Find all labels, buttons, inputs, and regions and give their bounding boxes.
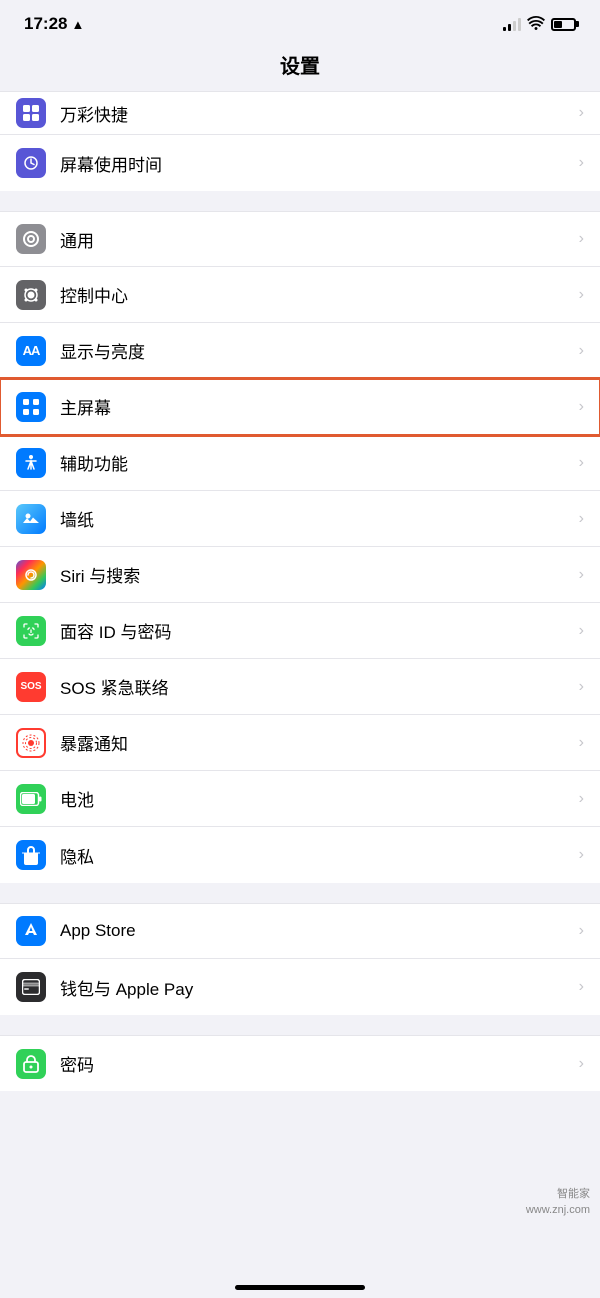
accessibility-item[interactable]: 辅助功能 › [0, 435, 600, 491]
general-item[interactable]: 通用 › [0, 211, 600, 267]
accessibility-icon [16, 448, 46, 478]
shortcuts-icon [16, 98, 46, 128]
settings-list-2: 通用 › 控制中心 › AA 显示与亮度 [0, 211, 600, 883]
siri-chevron: › [579, 566, 584, 584]
sos-label: SOS 紧急联络 [60, 674, 571, 699]
passwords-chevron: › [579, 1055, 584, 1073]
passwords-item[interactable]: 密码 › [0, 1035, 600, 1091]
privacy-item[interactable]: 隐私 › [0, 827, 600, 883]
settings-list-1: 万彩快捷 › 屏幕使用时间 › [0, 91, 600, 191]
screen-time-icon [16, 148, 46, 178]
faceid-label: 面容 ID 与密码 [60, 618, 571, 643]
watermark: 智能家 www.znj.com [526, 1187, 590, 1218]
wallet-item[interactable]: 钱包与 Apple Pay › [0, 959, 600, 1015]
app-store-chevron: › [579, 922, 584, 940]
section-3: App Store › 钱包与 Apple Pay › [0, 903, 600, 1015]
display-item[interactable]: AA 显示与亮度 › [0, 323, 600, 379]
location-icon: ▲ [71, 17, 84, 32]
passwords-label: 密码 [60, 1051, 571, 1076]
screen-time-chevron: › [579, 154, 584, 172]
shortcuts-label: 万彩快捷 [60, 101, 571, 126]
sos-icon: SOS [16, 672, 46, 702]
faceid-item[interactable]: 面容 ID 与密码 › [0, 603, 600, 659]
control-center-icon [16, 280, 46, 310]
page-title: 设置 [0, 42, 600, 91]
display-label: 显示与亮度 [60, 338, 571, 363]
wallpaper-icon [16, 504, 46, 534]
section-1: 万彩快捷 › 屏幕使用时间 › [0, 91, 600, 191]
siri-label: Siri 与搜索 [60, 562, 571, 587]
settings-list-4: 密码 › [0, 1035, 600, 1091]
wallet-label: 钱包与 Apple Pay [60, 975, 571, 1000]
battery-settings-icon [16, 784, 46, 814]
battery-item[interactable]: 电池 › [0, 771, 600, 827]
section-4: 密码 › [0, 1035, 600, 1091]
wallet-chevron: › [579, 978, 584, 996]
home-indicator [0, 1273, 600, 1298]
general-chevron: › [579, 230, 584, 248]
screen-time-item[interactable]: 屏幕使用时间 › [0, 135, 600, 191]
faceid-chevron: › [579, 622, 584, 640]
signal-icon [503, 17, 521, 31]
section-2: 通用 › 控制中心 › AA 显示与亮度 [0, 211, 600, 883]
control-center-item[interactable]: 控制中心 › [0, 267, 600, 323]
battery-icon [551, 18, 576, 31]
wallpaper-chevron: › [579, 510, 584, 528]
status-icons [503, 16, 576, 33]
shortcuts-chevron: › [579, 104, 584, 122]
app-store-icon [16, 916, 46, 946]
home-bar [235, 1285, 365, 1290]
control-center-label: 控制中心 [60, 282, 571, 307]
passwords-icon [16, 1049, 46, 1079]
control-center-chevron: › [579, 286, 584, 304]
home-screen-item[interactable]: 主屏幕 › [0, 379, 600, 435]
accessibility-chevron: › [579, 454, 584, 472]
shortcuts-item[interactable]: 万彩快捷 › [0, 91, 600, 135]
exposure-chevron: › [579, 734, 584, 752]
home-screen-icon [16, 392, 46, 422]
display-chevron: › [579, 342, 584, 360]
status-time: 17:28 [24, 14, 67, 34]
exposure-item[interactable]: 暴露通知 › [0, 715, 600, 771]
general-icon [16, 224, 46, 254]
home-screen-chevron: › [579, 398, 584, 416]
siri-icon [16, 560, 46, 590]
battery-chevron: › [579, 790, 584, 808]
exposure-icon [16, 728, 46, 758]
wallpaper-label: 墙纸 [60, 506, 571, 531]
app-store-item[interactable]: App Store › [0, 903, 600, 959]
faceid-icon [16, 616, 46, 646]
privacy-chevron: › [579, 846, 584, 864]
general-label: 通用 [60, 227, 571, 252]
wallpaper-item[interactable]: 墙纸 › [0, 491, 600, 547]
status-bar: 17:28 ▲ [0, 0, 600, 42]
sos-chevron: › [579, 678, 584, 696]
settings-list-3: App Store › 钱包与 Apple Pay › [0, 903, 600, 1015]
watermark-line2: www.znj.com [526, 1203, 590, 1218]
wifi-icon [527, 16, 545, 33]
sos-item[interactable]: SOS SOS 紧急联络 › [0, 659, 600, 715]
accessibility-label: 辅助功能 [60, 450, 571, 475]
screen-time-label: 屏幕使用时间 [60, 151, 571, 176]
home-screen-label: 主屏幕 [60, 394, 571, 419]
siri-item[interactable]: Siri 与搜索 › [0, 547, 600, 603]
privacy-icon [16, 840, 46, 870]
app-store-label: App Store [60, 921, 571, 941]
display-icon: AA [16, 336, 46, 366]
privacy-label: 隐私 [60, 843, 571, 868]
exposure-label: 暴露通知 [60, 730, 571, 755]
wallet-icon [16, 972, 46, 1002]
battery-label: 电池 [60, 786, 571, 811]
watermark-line1: 智能家 [526, 1187, 590, 1202]
